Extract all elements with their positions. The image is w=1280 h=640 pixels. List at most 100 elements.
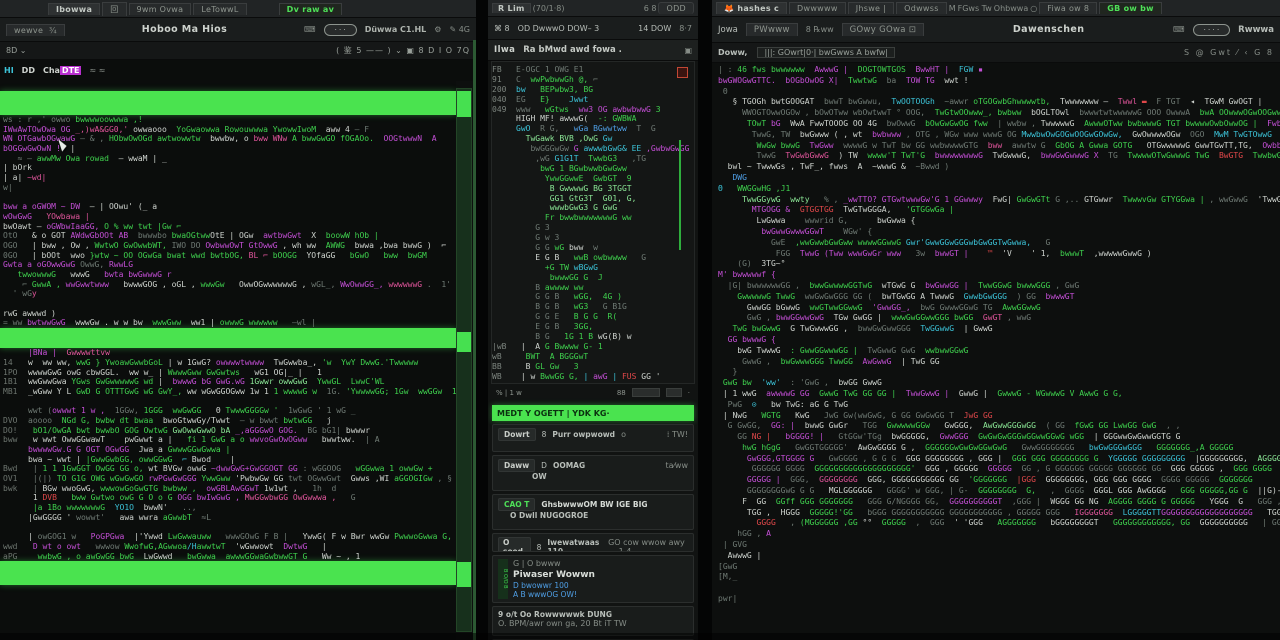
code-line: |G| bwwwwwwGG , bwwGwwwwGGTwG wTGwG G bw… (718, 281, 1280, 292)
toolbar-icon-row[interactable]: ( 鉴 5 —— ) ⌄ ▣ 8 D I O 7Q (336, 45, 470, 56)
code-token: wwwGw (201, 280, 225, 289)
right-toolbar-icons[interactable]: S @ Gwt ⁄ ‹ G 8 (1184, 48, 1274, 57)
code-line: aPG wwbwG , o awGwGG bwG LwGwwd bwGwwa a… (3, 552, 456, 562)
code-token: & o GOT (32, 231, 71, 240)
code-token: WwGw bwwG (757, 141, 800, 150)
o-seed-button[interactable]: O seed (498, 537, 531, 552)
tab-icon-square[interactable]: 回 (102, 2, 126, 16)
selection-bar-2 (0, 328, 456, 348)
tab-rlim[interactable]: R Lim (492, 3, 531, 13)
code-token: G ,.. (1050, 195, 1079, 204)
gear-icon[interactable]: ⚙ (434, 25, 441, 34)
expand-icon[interactable]: ▣ (684, 46, 692, 55)
code-token: G G (516, 243, 555, 252)
code-line: | 1 wwG awwwwG GG GwwG TwG GG GG | TwwGw… (718, 389, 1280, 400)
right-bar2-gowy[interactable]: GOwy GOwa ⊡ (842, 23, 925, 36)
tab-dummy[interactable]: Dwwwww (789, 2, 846, 14)
tab-fows[interactable]: FGws Tw (958, 4, 992, 13)
doc-tab[interactable]: wewve ¾ (6, 24, 65, 36)
status-box-small[interactable] (666, 388, 682, 397)
tab-ibowwa[interactable]: Ibowwa (48, 3, 100, 15)
code-token: bwa ~ wwt | (28, 455, 86, 464)
code-token: wwwG (56, 270, 90, 279)
right-bar3-box[interactable]: |||: GOwrt|0·| bwGwws A bwfw| (757, 47, 895, 58)
code-token: wwwGOwG F B | (211, 532, 303, 541)
code-token: bwwwT (1050, 249, 1084, 258)
right-bar2-jowa[interactable]: Jowa (718, 25, 738, 35)
odd-button[interactable]: ODD (658, 2, 694, 14)
row-seed: O seed 8 Iwewatwaas 110 GO cow wwow awy … (492, 533, 694, 552)
tab-letoml[interactable]: LeTowwL (193, 3, 246, 15)
code-token: aoooo (28, 416, 62, 425)
code-token: ws : r ,' owwo (3, 115, 75, 124)
keyboard-icon[interactable]: ⌨ (1173, 25, 1185, 34)
dowrt-button[interactable]: Dowrt (498, 428, 536, 441)
code-token: GG1 GtG3T G01, G, (516, 194, 636, 203)
code-token: boowW hOb | (326, 231, 379, 240)
tab-green-button[interactable]: GB ow bw (1099, 2, 1162, 14)
wizard-link-2[interactable]: A B wwwOG OW! (513, 590, 595, 599)
code-token: owGOG1 w (33, 532, 91, 541)
code-token: twt OGwwGwt (283, 474, 350, 483)
doc-tab-count: ¾ (49, 26, 57, 35)
code-token: WWGGwHG ,J1 (723, 184, 790, 193)
line-number: 040 (492, 95, 510, 105)
code-line: rwG awwwd ) (3, 309, 456, 319)
tab-ohbwow[interactable]: Ohbwwa (994, 4, 1028, 13)
tab-hashes[interactable]: 🦊 hashes c (716, 2, 787, 14)
status-box[interactable] (632, 388, 660, 397)
right-pill-button[interactable]: · · · · (1193, 24, 1231, 36)
edit-icon[interactable]: ✎ 4G (449, 25, 470, 34)
code-line: TwwG TwGwbGwwG ) TW wwww'T TwT'G bwwwwww… (718, 151, 1280, 162)
scrollbar-thumb[interactable] (457, 332, 471, 352)
code-token: owwwwtwwww (216, 358, 264, 367)
wizard-title: Piwaser Wowwn (513, 570, 595, 580)
code-token: TwwGGwG bwwwGGG (968, 281, 1050, 290)
left-scrollbar-track[interactable] (456, 88, 472, 632)
code-token: TwwwvGw GTYGGwa | (1113, 195, 1205, 204)
code-line: G G B wGG, 4G ) (492, 292, 694, 302)
code-token: bOGLTOwl (1021, 108, 1069, 117)
code-token: ▬ (1137, 97, 1147, 106)
mid-header-title: Ilwa (494, 45, 515, 55)
code-token: owwwt 1 w , (52, 406, 105, 415)
code-token: GwwA , (32, 280, 61, 289)
mid-tab-icons[interactable]: 6 8 (644, 4, 657, 13)
tab-fiwa[interactable]: Fiwa ow 8 (1039, 2, 1097, 14)
line-number: WB (492, 372, 510, 382)
code-token: GwGwGTt (1012, 195, 1051, 204)
tab-odwess[interactable]: Odwwss (896, 2, 947, 14)
daww-button[interactable]: Daww (498, 459, 535, 472)
layout-pill-button[interactable]: · · · (324, 24, 357, 36)
code-token: E G B (516, 253, 559, 262)
code-line (3, 299, 456, 309)
row-b-key: D (541, 461, 547, 470)
code-token: 3TG~° (752, 259, 786, 268)
command-icon[interactable]: ⌘ 8 (494, 24, 510, 33)
scrollbar-thumb[interactable] (457, 562, 471, 587)
tab-active-green[interactable]: Dv raw av (279, 3, 342, 15)
tab-run-ovm[interactable]: 9wm Ovwa (129, 3, 192, 15)
code-token: 'GwwGG_, (863, 303, 911, 312)
tab-m[interactable]: M (949, 4, 956, 13)
right-bar2-palaww[interactable]: PWwww (746, 23, 798, 36)
code-token: TwGwwG GwG (858, 346, 916, 355)
cao-t-button[interactable]: CAO T (498, 498, 535, 511)
code-token: bwwwwoowwwa ,! (75, 115, 142, 124)
code-token: WwofwG,AGwwoa (124, 542, 187, 551)
code-token: GL Gw 3 (535, 362, 578, 371)
row-a-controls[interactable]: ⁞ TW! (667, 430, 688, 439)
code-token: DVB (42, 493, 56, 502)
tab-jhswe[interactable]: Jhswe | (848, 2, 894, 14)
scrollbar-thumb[interactable] (457, 91, 471, 117)
code-token: bwl ~ TwwwGs , TwF_, fwws A ~wwwG & (728, 162, 906, 171)
crumb-chadte-label[interactable]: ChaDTE (43, 66, 82, 75)
right-toolbar: Doww, |||: GOwrt|0·| bwGwws A bwfw| S @ … (712, 43, 1280, 63)
keyboard-icon[interactable]: ⌨ (304, 25, 316, 34)
code-line: B G B wG3 G B1G (492, 302, 694, 312)
code-token: BWT A BGGGwT (516, 352, 588, 361)
right-bar2-run[interactable]: 8 ℞ww (806, 25, 834, 34)
wizard-link-1[interactable]: D bwowwr 100 (513, 581, 595, 590)
code-token: C (516, 75, 530, 84)
code-token: ≈L (192, 513, 211, 522)
